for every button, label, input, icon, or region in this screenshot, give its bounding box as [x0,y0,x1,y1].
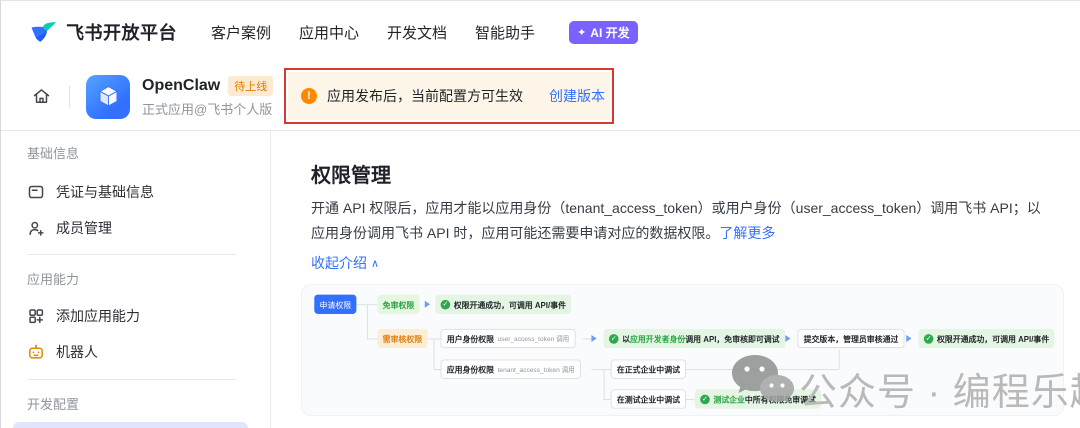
brand-name: 飞书开放平台 [66,23,177,43]
sidebar-item-label: 成员管理 [56,220,112,236]
app-name: OpenClaw [142,76,221,94]
member-add-icon [29,221,44,236]
annotation-rectangle: ! 应用发布后，当前配置方可生效 创建版本 [284,68,614,124]
create-version-link[interactable]: 创建版本 [549,86,605,106]
nav-items: 客户案例 应用中心 开发文档 智能助手 ✦ AI 开发 [211,20,638,44]
app-ability-icon [29,309,44,324]
nav-item-app-center[interactable]: 应用中心 [299,22,359,43]
status-badge: 待上线 [228,75,274,96]
flow-node-apply: 申请权限 [314,294,357,314]
check-circle-icon: ✓ [700,394,710,404]
sidebar-divider [27,379,236,380]
page-title: 权限管理 [311,165,391,187]
sidebar-item-add-ability[interactable]: 添加应用能力 [27,298,258,334]
feishu-logo[interactable]: 飞书开放平台 [30,19,177,45]
flow-node-test-free: ✓ 测试企业中所有权限免审调试 [694,389,822,409]
connector-line [684,369,839,371]
sidebar-section-basic-info: 基础信息 [27,146,80,161]
connector-line [591,369,611,371]
flow-node-submit-version: 提交版本，管理员审核通过 [797,328,905,349]
home-button[interactable] [31,86,53,108]
robot-icon [29,344,43,359]
connector-line [433,338,435,370]
collapse-label: 收起介绍 [311,255,367,271]
connector-line [603,399,611,400]
sidebar-item-label: 添加应用能力 [56,308,140,324]
sidebar-item-selected-partial[interactable] [13,422,248,428]
sidebar: 基础信息 凭证与基础信息 成员管理 应用能力 添加应用能力 机器人 开发配置 [1,131,271,428]
flow-arrow-icon [906,334,912,343]
publish-alert-bar: ! 应用发布后，当前配置方可生效 创建版本 [288,72,610,120]
alert-text: 应用发布后，当前配置方可生效 [327,88,523,104]
top-nav: 飞书开放平台 客户案例 应用中心 开发文档 智能助手 ✦ AI 开发 [1,1,1080,63]
sidebar-item-label: 机器人 [56,344,98,360]
warning-icon: ! [301,88,317,104]
app-header-bar: OpenClaw 待上线 正式应用@飞书个人版 ! 应用发布后，当前配置方可生效… [1,63,1080,131]
nav-item-assistant[interactable]: 智能助手 [475,22,535,43]
header-divider [69,85,70,108]
flow-node-no-review: 免审权限 [377,294,420,314]
flow-arrow-icon [785,334,791,343]
flow-node-success-2: ✓ 权限开通成功，可调用 API/事件 [918,328,1055,349]
app-icon [86,74,130,119]
flow-node-test-debug: 在测试企业中调试 [610,389,687,409]
sidebar-section-app-ability: 应用能力 [27,272,80,287]
nav-item-cases[interactable]: 客户案例 [211,22,271,43]
feishu-bird-icon [31,21,56,42]
flow-node-success-1: ✓ 权限开通成功，可调用 API/事件 [435,294,572,314]
sidebar-section-dev-config: 开发配置 [27,397,80,412]
flow-node-user-identity: 用户身份权限 user_access_token 调用 [440,328,576,349]
flow-node-dev-debug: ✓ 以应用开发者身份调用 API，免审核即可调试 [603,328,785,349]
connector-line [366,304,368,339]
connector-line [603,369,605,400]
connector-line [838,349,840,370]
app-info: OpenClaw 待上线 正式应用@飞书个人版 [142,75,274,118]
sidebar-item-credentials[interactable]: 凭证与基础信息 [27,174,258,210]
collapse-intro-link[interactable]: 收起介绍 ∧ [311,253,1080,273]
app-window: 飞书开放平台 客户案例 应用中心 开发文档 智能助手 ✦ AI 开发 OpenC… [0,0,1080,428]
credential-icon [28,185,44,199]
flow-arrow-icon [424,300,431,308]
cube-icon [98,86,118,107]
flow-canvas: 申请权限 免审权限 ✓ 权限开通成功，可调用 API/事件 需审核权限 用户身份… [302,285,1063,415]
check-circle-icon: ✓ [608,333,619,344]
nav-item-dev-docs[interactable]: 开发文档 [387,22,447,43]
ai-badge-label: AI 开发 [590,25,630,40]
sidebar-divider [27,254,236,255]
permission-flow-diagram: 申请权限 免审权限 ✓ 权限开通成功，可调用 API/事件 需审核权限 用户身份… [301,284,1064,416]
flow-arrow-icon [591,334,597,343]
connector-line [433,369,441,371]
connector-line [366,338,378,340]
flow-node-app-identity: 应用身份权限 tenant_access_token 调用 [440,359,581,379]
learn-more-link[interactable]: 了解更多 [719,225,775,241]
connector-line [582,338,592,340]
ai-dev-badge[interactable]: ✦ AI 开发 [569,20,638,44]
sidebar-item-label: 凭证与基础信息 [56,184,154,200]
check-circle-icon: ✓ [923,333,934,344]
sidebar-item-robot[interactable]: 机器人 [27,334,258,370]
home-icon [33,89,50,104]
check-circle-icon: ✓ [440,299,451,310]
page-description: 开通 API 权限后，应用才能以应用身份（tenant_access_token… [311,196,1051,246]
flow-node-formal-debug: 在正式企业中调试 [610,359,687,379]
main-content: 权限管理 开通 API 权限后，应用才能以应用身份（tenant_access_… [271,131,1080,428]
chevron-up-icon: ∧ [371,257,380,270]
description-text: 开通 API 权限后，应用才能以应用身份（tenant_access_token… [311,200,1041,241]
flow-node-need-review: 需审核权限 [377,328,428,349]
sidebar-item-members[interactable]: 成员管理 [27,210,258,246]
app-subtitle: 正式应用@飞书个人版 [142,101,273,117]
sparkle-icon: ✦ [577,26,587,39]
